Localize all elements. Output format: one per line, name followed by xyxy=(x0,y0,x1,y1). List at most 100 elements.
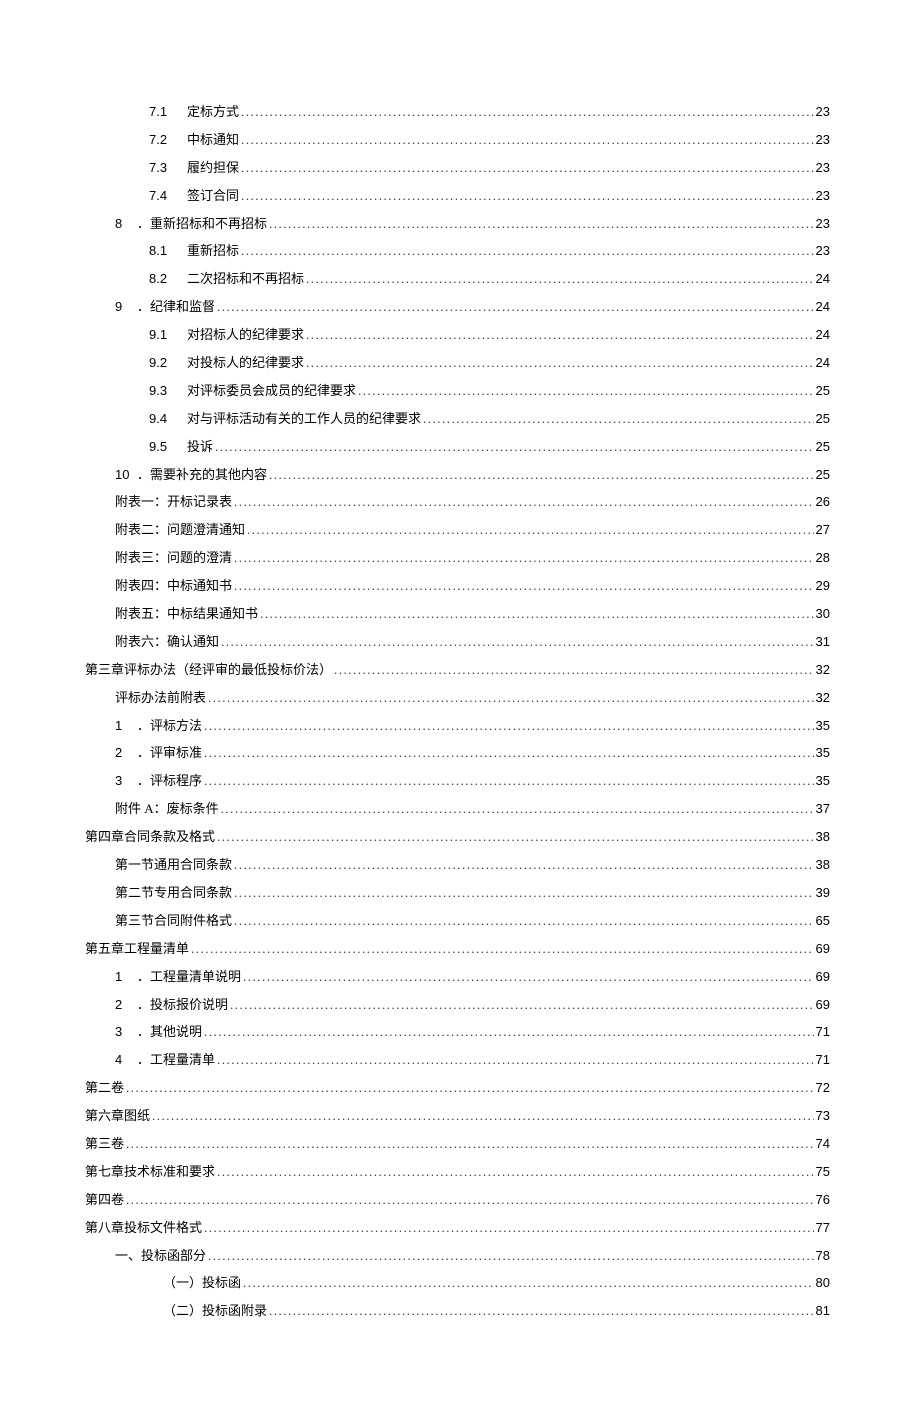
toc-entry: 第六章图纸73 xyxy=(85,1104,830,1127)
toc-entry-title: 附件 A：废标条件 xyxy=(115,801,219,816)
toc-entry-title: 附表一：开标记录表 xyxy=(115,494,232,509)
toc-leader-dots xyxy=(208,686,814,709)
toc-leader-dots xyxy=(358,379,814,402)
toc-entry-title: 对投标人的纪律要求 xyxy=(187,355,304,370)
toc-entry-title: 附表五：中标结果通知书 xyxy=(115,606,258,621)
toc-section-number: 7.4 xyxy=(149,184,187,207)
toc-page-number: 26 xyxy=(816,490,830,513)
toc-entry: 第一节通用合同条款38 xyxy=(85,853,830,876)
toc-leader-dots xyxy=(221,797,814,820)
toc-section-number: 1 xyxy=(115,965,137,988)
toc-leader-dots xyxy=(234,490,814,513)
toc-section-number: 8.1 xyxy=(149,239,187,262)
toc-leader-dots xyxy=(243,1271,814,1294)
toc-leader-dots xyxy=(230,993,814,1016)
toc-entry: 1．工程量清单说明 69 xyxy=(85,965,830,988)
toc-section-number: 7.1 xyxy=(149,100,187,123)
toc-page-number: 29 xyxy=(816,574,830,597)
toc-entry-label: 7.2中标通知 xyxy=(149,128,239,151)
toc-entry-title: ．纪律和监督 xyxy=(137,299,215,314)
toc-entry-title: 第四卷 xyxy=(85,1192,124,1207)
toc-page-number: 23 xyxy=(816,156,830,179)
toc-entry-title: ．评标程序 xyxy=(137,773,202,788)
toc-page-number: 23 xyxy=(816,239,830,262)
toc-section-number: 4 xyxy=(115,1048,137,1071)
toc-entry: 9.1对招标人的纪律要求24 xyxy=(85,323,830,346)
toc-leader-dots xyxy=(217,295,814,318)
toc-entry: 8.2二次招标和不再招标24 xyxy=(85,267,830,290)
toc-entry: 第三章评标办法（经评审的最低投标价法） 32 xyxy=(85,658,830,681)
toc-section-number: 9.5 xyxy=(149,435,187,458)
toc-leader-dots xyxy=(217,825,814,848)
toc-page-number: 24 xyxy=(816,295,830,318)
toc-section-number: 9.3 xyxy=(149,379,187,402)
toc-entry: 第四卷76 xyxy=(85,1188,830,1211)
toc-entry: 附件 A：废标条件37 xyxy=(85,797,830,820)
toc-entry: 9.2对投标人的纪律要求24 xyxy=(85,351,830,374)
toc-section-number: 8 xyxy=(115,212,137,235)
toc-page-number: 32 xyxy=(816,658,830,681)
toc-entry-title: 履约担保 xyxy=(187,160,239,175)
toc-leader-dots xyxy=(204,714,814,737)
toc-entry-label: 第七章技术标准和要求 xyxy=(85,1160,215,1183)
toc-entry-title: 第二节专用合同条款 xyxy=(115,885,232,900)
toc-entry-label: 评标办法前附表 xyxy=(115,686,206,709)
toc-entry: 1．评标方法 35 xyxy=(85,714,830,737)
toc-entry-title: ．评标方法 xyxy=(137,718,202,733)
toc-entry-title: （一）投标函 xyxy=(163,1275,241,1290)
toc-page-number: 39 xyxy=(816,881,830,904)
toc-entry-label: 7.3履约担保 xyxy=(149,156,239,179)
toc-page-number: 25 xyxy=(816,435,830,458)
toc-entry-label: 附表五：中标结果通知书 xyxy=(115,602,258,625)
toc-leader-dots xyxy=(217,1160,814,1183)
toc-entry: 第三卷 74 xyxy=(85,1132,830,1155)
toc-entry-title: ．需要补充的其他内容 xyxy=(137,467,267,482)
toc-section-number: 3 xyxy=(115,769,137,792)
toc-page-number: 69 xyxy=(816,993,830,1016)
toc-entry: 第三节合同附件格式65 xyxy=(85,909,830,932)
toc-section-number: 1 xyxy=(115,714,137,737)
toc-page-number: 74 xyxy=(816,1132,830,1155)
toc-leader-dots xyxy=(306,323,814,346)
toc-leader-dots xyxy=(204,1020,814,1043)
toc-page-number: 35 xyxy=(816,714,830,737)
toc-entry-label: 2．投标报价说明 xyxy=(115,993,228,1016)
toc-entry-title: 对招标人的纪律要求 xyxy=(187,327,304,342)
toc-page-number: 23 xyxy=(816,100,830,123)
toc-entry-label: （二）投标函附录 xyxy=(163,1299,267,1322)
toc-leader-dots xyxy=(260,602,814,625)
toc-entry: 9．纪律和监督 24 xyxy=(85,295,830,318)
toc-leader-dots xyxy=(204,769,814,792)
toc-section-number: 9.1 xyxy=(149,323,187,346)
toc-leader-dots xyxy=(306,267,814,290)
toc-leader-dots xyxy=(152,1104,814,1127)
toc-entry-title: 第一节通用合同条款 xyxy=(115,857,232,872)
toc-entry: 附表一：开标记录表 26 xyxy=(85,490,830,513)
toc-page-number: 71 xyxy=(816,1048,830,1071)
toc-entry: 10．需要补充的其他内容 25 xyxy=(85,463,830,486)
toc-entry-label: 附表一：开标记录表 xyxy=(115,490,232,513)
toc-entry-label: 8．重新招标和不再招标 xyxy=(115,212,267,235)
toc-leader-dots xyxy=(241,128,814,151)
toc-entry-label: 1．工程量清单说明 xyxy=(115,965,241,988)
toc-entry-label: 8.2二次招标和不再招标 xyxy=(149,267,304,290)
toc-entry: 第二节专用合同条款 39 xyxy=(85,881,830,904)
toc-entry-label: 第三卷 xyxy=(85,1132,124,1155)
toc-page-number: 77 xyxy=(816,1216,830,1239)
toc-entry-label: 附表二：问题澄清通知 xyxy=(115,518,245,541)
toc-entry-title: 第二卷 xyxy=(85,1080,124,1095)
toc-leader-dots xyxy=(234,881,814,904)
toc-entry-label: 第二卷 xyxy=(85,1076,124,1099)
toc-page-number: 28 xyxy=(816,546,830,569)
toc-leader-dots xyxy=(215,435,814,458)
toc-page-number: 35 xyxy=(816,741,830,764)
toc-entry-label: 附表三：问题的澄清 xyxy=(115,546,232,569)
toc-entry-label: 9.4对与评标活动有关的工作人员的纪律要求 xyxy=(149,407,421,430)
toc-page-number: 23 xyxy=(816,212,830,235)
toc-section-number: 2 xyxy=(115,741,137,764)
toc-entry-title: 第三章评标办法（经评审的最低投标价法） xyxy=(85,662,332,677)
toc-entry-title: 对评标委员会成员的纪律要求 xyxy=(187,383,356,398)
toc-leader-dots xyxy=(217,1048,814,1071)
toc-entry: 3．评标程序35 xyxy=(85,769,830,792)
toc-entry: 一、投标函部分78 xyxy=(85,1244,830,1267)
